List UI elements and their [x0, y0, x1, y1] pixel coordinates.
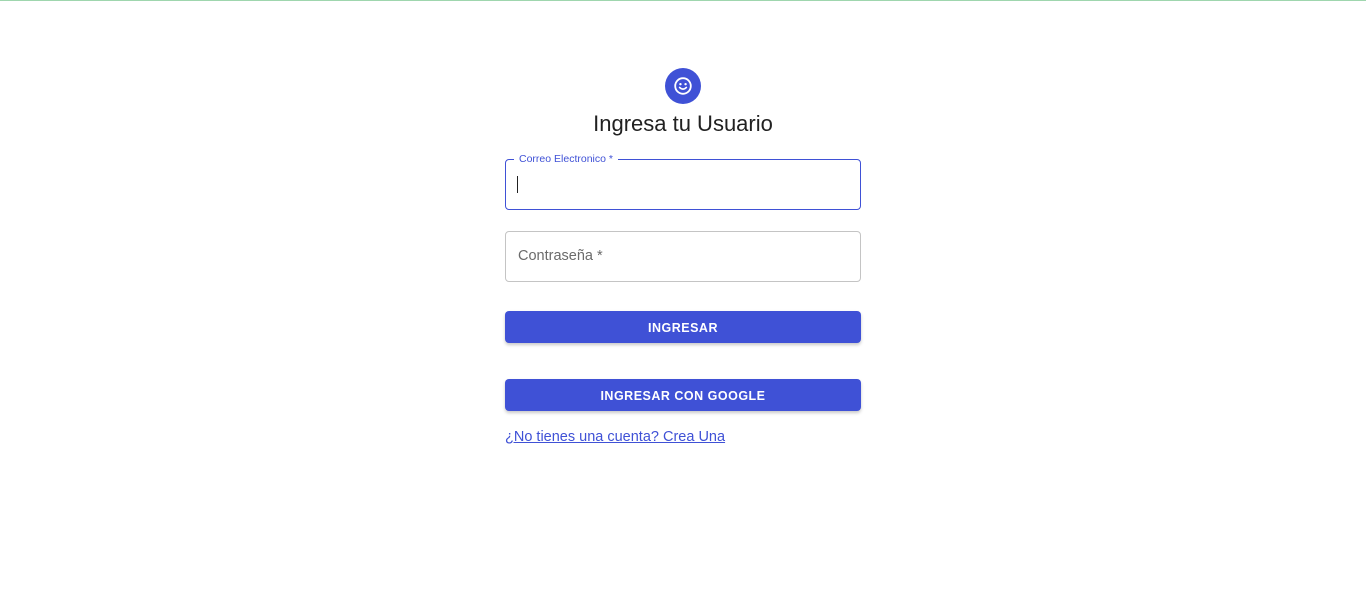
smiley-face-icon — [672, 75, 694, 97]
avatar — [665, 68, 701, 104]
login-button[interactable]: INGRESAR — [505, 311, 861, 343]
google-login-button[interactable]: INGRESAR CON GOOGLE — [505, 379, 861, 411]
email-field[interactable]: Correo Electronico * — [505, 152, 861, 210]
password-field[interactable]: Contraseña * — [505, 231, 861, 282]
top-border-line — [0, 0, 1366, 1]
password-field-label: Contraseña * — [518, 248, 603, 264]
text-cursor — [517, 176, 518, 193]
signup-link[interactable]: ¿No tienes una cuenta? Crea Una — [505, 428, 725, 446]
email-field-label: Correo Electronico * — [514, 152, 618, 166]
page-title: Ingresa tu Usuario — [593, 111, 773, 136]
